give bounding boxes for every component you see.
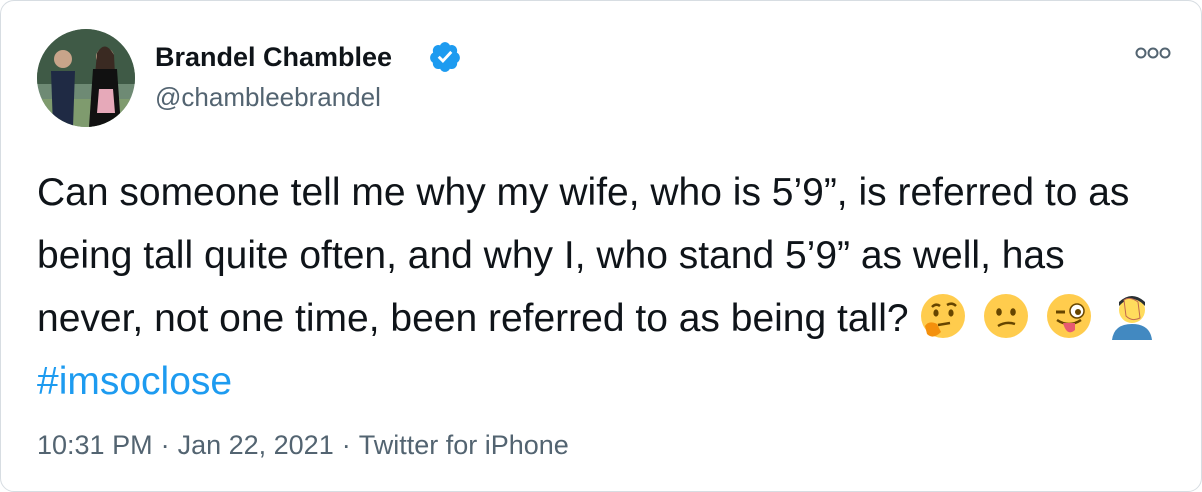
verified-badge-icon [430, 42, 460, 72]
more-options-button[interactable] [1131, 39, 1175, 67]
meta-separator: · [341, 430, 351, 460]
meta-separator: · [160, 430, 170, 460]
facepalm-icon [1111, 296, 1152, 340]
tweet-text: Can someone tell me why my wife, who is … [37, 161, 1177, 413]
thinking-face-icon [921, 294, 966, 338]
winking-tongue-face-icon [1047, 294, 1092, 338]
author-handle[interactable]: @chambleebrandel [155, 82, 381, 112]
tweet-meta: 10:31 PM · Jan 22, 2021 · Twitter for iPhone [37, 428, 569, 462]
avatar[interactable] [37, 29, 135, 127]
tweet-source[interactable]: Twitter for iPhone [359, 430, 569, 460]
confused-face-icon [984, 294, 1029, 338]
hashtag-link[interactable]: #imsoclose [37, 360, 232, 403]
tweet-card: Brandel Chamblee @chambleebrandel Can so… [0, 0, 1202, 492]
more-options-icon [1135, 47, 1171, 59]
avatar-photo [37, 29, 135, 127]
tweet-time[interactable]: 10:31 PM [37, 430, 153, 460]
author-name[interactable]: Brandel Chamblee [155, 41, 392, 73]
tweet-date[interactable]: Jan 22, 2021 [178, 430, 334, 460]
